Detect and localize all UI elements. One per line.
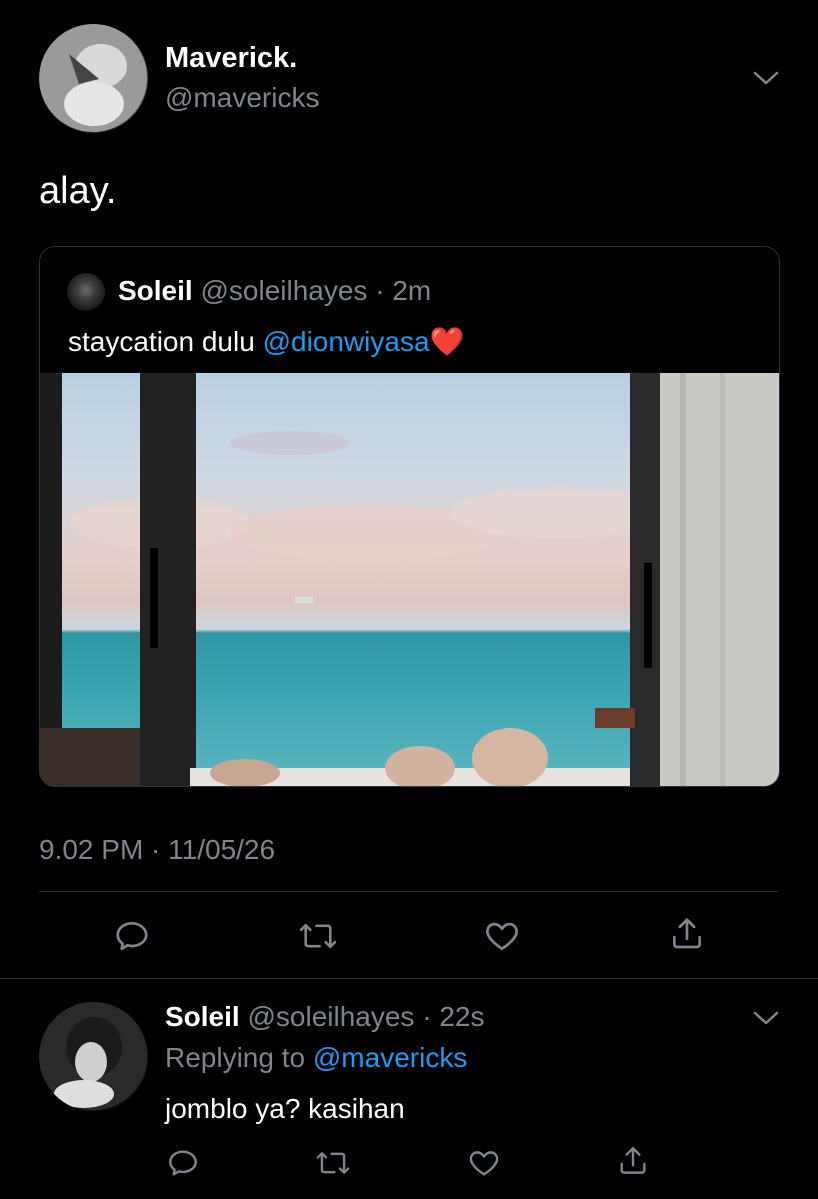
tweet-timestamp: 9.02 PM · 11/05/26 [39, 834, 276, 865]
retweet-icon[interactable] [315, 1146, 351, 1180]
handle[interactable]: @mavericks [165, 82, 319, 114]
quoted-display-name[interactable]: Soleil [118, 275, 193, 306]
chevron-down-icon[interactable] [752, 1008, 780, 1028]
quoted-time: · 2m [375, 275, 432, 306]
heart-emoji: ❤️ [429, 326, 465, 357]
replying-to-label: Replying to [165, 1042, 313, 1073]
reply-text: jomblo ya? kasihan [165, 1093, 405, 1124]
quoted-photo[interactable] [40, 373, 779, 786]
divider [0, 978, 818, 979]
quoted-mention[interactable]: @dionwiyasa [263, 326, 430, 357]
reply-avatar[interactable] [39, 1002, 148, 1111]
photo-scene [40, 373, 779, 786]
like-icon[interactable] [466, 1146, 502, 1180]
share-icon[interactable] [616, 1144, 650, 1178]
reply-display-name[interactable]: Soleil [165, 1001, 240, 1032]
replying-to-mention[interactable]: @mavericks [313, 1042, 467, 1073]
avatar[interactable] [39, 24, 148, 133]
reply-avatar-image [39, 1002, 147, 1110]
avatar-image [39, 24, 147, 132]
reply-time: · 22s [422, 1001, 485, 1032]
share-icon[interactable] [668, 915, 706, 953]
divider [39, 891, 778, 892]
reply-icon[interactable] [113, 917, 151, 955]
quoted-tweet[interactable]: Soleil @soleilhayes · 2m staycation dulu… [39, 246, 780, 787]
display-name[interactable]: Maverick. [165, 42, 297, 75]
retweet-icon[interactable] [298, 917, 338, 955]
reply-handle[interactable]: @soleilhayes [247, 1001, 414, 1032]
quoted-text: staycation dulu [68, 326, 263, 357]
reply-icon[interactable] [166, 1146, 200, 1180]
quoted-avatar[interactable] [67, 273, 105, 311]
tweet-text: alay. [39, 170, 117, 212]
chevron-down-icon[interactable] [752, 68, 780, 88]
like-icon[interactable] [482, 917, 522, 955]
quoted-handle[interactable]: @soleilhayes [200, 275, 367, 306]
